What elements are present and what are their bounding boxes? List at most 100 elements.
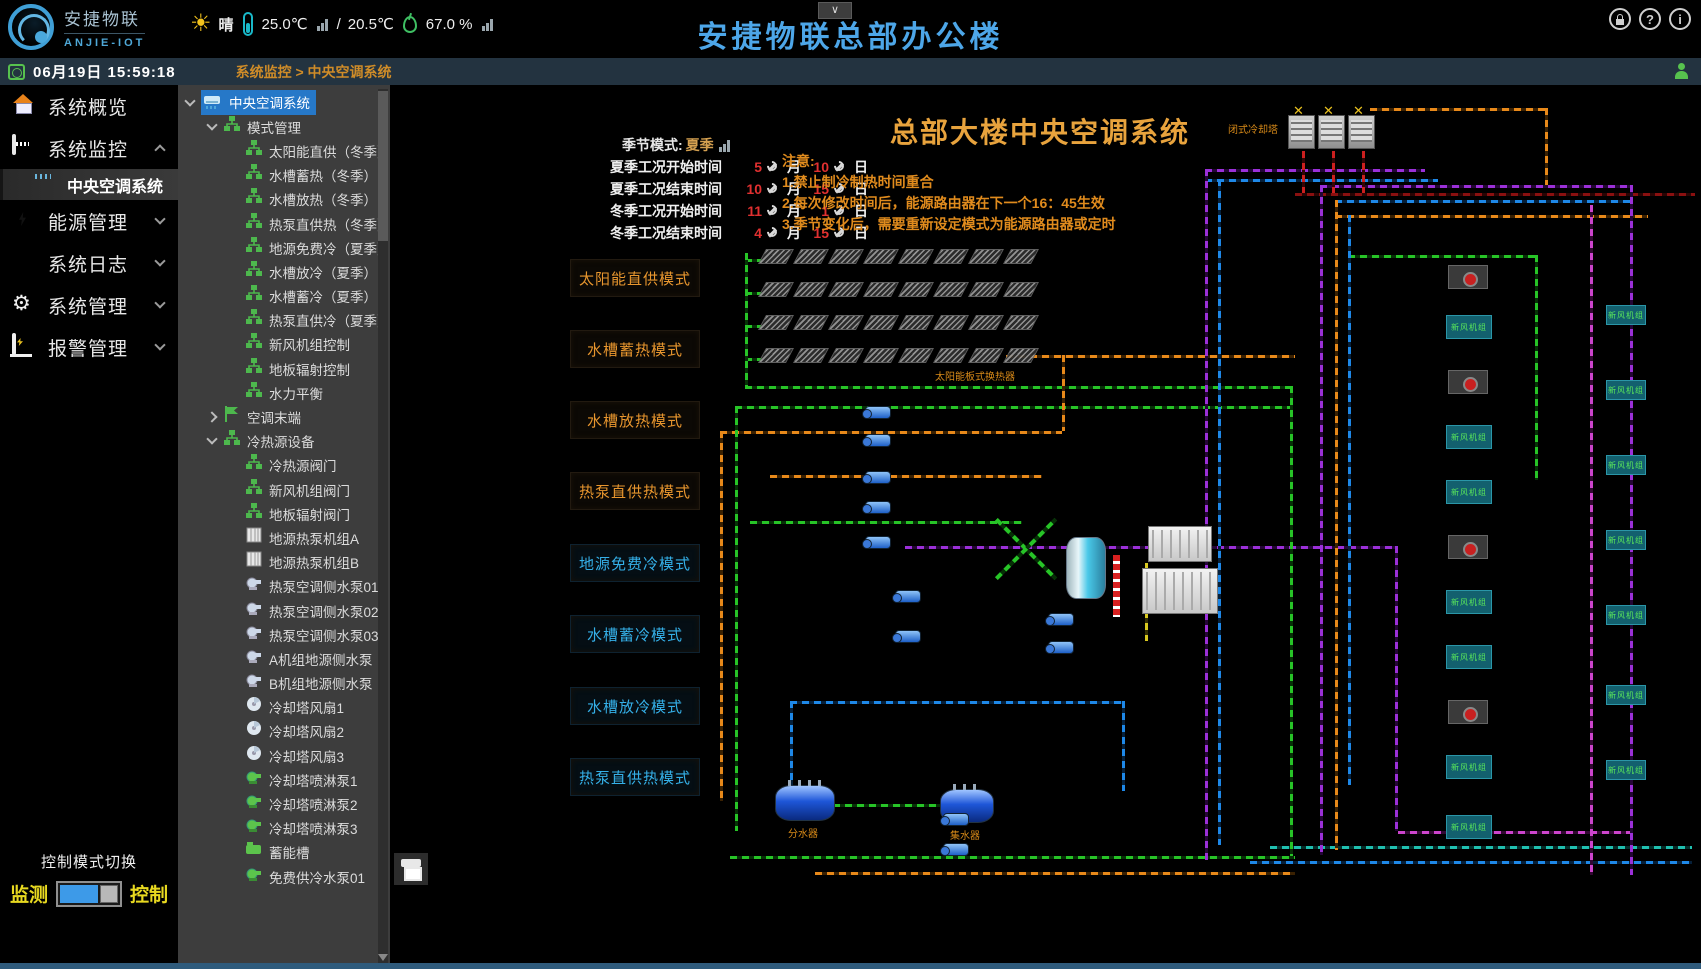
tree-item-太阳能直供（冬季）[interactable]: 太阳能直供（冬季） <box>178 138 390 162</box>
caret-spacer <box>230 727 238 735</box>
mode-button-地源免费冷模式[interactable]: 地源免费冷模式 <box>570 544 700 582</box>
mode-button-水槽放冷模式[interactable]: 水槽放冷模式 <box>570 687 700 725</box>
tree-item-地板辐射控制[interactable]: 地板辐射控制 <box>178 356 390 380</box>
caret-spacer <box>230 751 238 759</box>
tree-item-热泵空调侧水泵02[interactable]: 热泵空调侧水泵02 <box>178 598 390 622</box>
pipe <box>1250 861 1692 864</box>
caret-spacer <box>230 703 238 711</box>
tree-scrollbar[interactable] <box>378 89 388 963</box>
tree-item-冷却塔喷淋泵2[interactable]: 冷却塔喷淋泵2 <box>178 791 390 815</box>
tree-item-冷却塔风扇3[interactable]: 冷却塔风扇3 <box>178 743 390 767</box>
org-icon <box>245 168 263 185</box>
tree-item-地源免费冷（夏季）[interactable]: 地源免费冷（夏季） <box>178 235 390 259</box>
tree-caret-icon[interactable] <box>206 434 217 445</box>
pipe <box>720 431 723 801</box>
month-value[interactable]: 4 <box>740 225 762 241</box>
tree-item-冷却塔风扇1[interactable]: 冷却塔风扇1 <box>178 695 390 719</box>
tree-item-空调末端[interactable]: 空调末端 <box>178 404 390 428</box>
device-tree: 中央空调系统模式管理太阳能直供（冬季） 水槽蓄热（冬季） 水槽放热（冬季）热泵直供热… <box>178 85 390 969</box>
month-value[interactable]: 11 <box>740 203 762 219</box>
mode-button-水槽放热模式[interactable]: 水槽放热模式 <box>570 401 700 439</box>
wrench-icon[interactable] <box>766 183 779 196</box>
tree-item-热泵空调侧水泵01[interactable]: 热泵空调侧水泵01 <box>178 574 390 598</box>
tree-item-新风机组控制[interactable]: 新风机组控制 <box>178 332 390 356</box>
month-value[interactable]: 5 <box>740 159 762 175</box>
sidebar-item-报警管理[interactable]: 报警管理 <box>0 326 178 368</box>
tree-item-地源热泵机组B[interactable]: 地源热泵机组B <box>178 550 390 574</box>
tree-item-中央空调系统[interactable]: 中央空调系统 <box>178 90 390 114</box>
tree-item-label: 地板辐射阀门 <box>269 508 350 523</box>
sidebar-item-中央空调系统[interactable]: 中央空调系统 <box>0 169 178 200</box>
tree-item-热泵直供冷（夏季）[interactable]: 热泵直供冷（夏季） <box>178 308 390 332</box>
wrench-icon[interactable] <box>766 161 779 174</box>
tree-item-蓄能槽[interactable]: 蓄能槽 <box>178 840 390 864</box>
tree-item-label: 蓄能槽 <box>269 846 310 861</box>
user-icon[interactable] <box>1673 63 1689 79</box>
sidebar-item-系统概览[interactable]: 系统概览 <box>0 85 178 127</box>
tree-item-冷却塔风扇2[interactable]: 冷却塔风扇2 <box>178 719 390 743</box>
tree-item-水槽蓄冷（夏季）[interactable]: 水槽蓄冷（夏季） <box>178 284 390 308</box>
control-label: 控制 <box>130 880 168 907</box>
caret-spacer <box>230 267 238 275</box>
help-icon[interactable]: ? <box>1639 8 1661 30</box>
tree-item-地板辐射阀门[interactable]: 地板辐射阀门 <box>178 501 390 525</box>
mode-toggle[interactable] <box>56 881 122 907</box>
solar-collector-icon <box>933 249 969 264</box>
pipe <box>1348 215 1351 785</box>
sidebar-item-能源管理[interactable]: 能源管理 <box>0 200 178 242</box>
tree-caret-icon[interactable] <box>206 411 217 422</box>
tree-item-B机组地源侧水泵[interactable]: B机组地源侧水泵 <box>178 671 390 695</box>
org-icon <box>223 434 241 451</box>
tree-item-冷热源阀门[interactable]: 冷热源阀门 <box>178 453 390 477</box>
pipe <box>1320 185 1630 188</box>
season-row-label: 夏季工况开始时间 <box>610 157 740 177</box>
pipe <box>745 253 748 386</box>
solar-collector-icon <box>828 348 864 363</box>
tree-item-冷热源设备[interactable]: 冷热源设备 <box>178 429 390 453</box>
tree-item-免费供冷水泵01[interactable]: 免费供冷水泵01 <box>178 864 390 888</box>
mode-button-热泵直供热模式[interactable]: 热泵直供热模式 <box>570 472 700 510</box>
tree-item-水力平衡[interactable]: 水力平衡 <box>178 380 390 404</box>
pump-icon <box>1048 641 1074 654</box>
tree-item-水槽放冷（夏季）[interactable]: 水槽放冷（夏季） <box>178 259 390 283</box>
tree-item-label: 冷热源阀门 <box>269 459 337 474</box>
solar-collector-icon <box>758 282 794 297</box>
season-row-label: 冬季工况开始时间 <box>610 201 740 221</box>
tree-item-新风机组阀门[interactable]: 新风机组阀门 <box>178 477 390 501</box>
mode-button-水槽蓄冷模式[interactable]: 水槽蓄冷模式 <box>570 615 700 653</box>
tree-item-A机组地源侧水泵[interactable]: A机组地源侧水泵 <box>178 646 390 670</box>
tree-item-冷却塔喷淋泵1[interactable]: 冷却塔喷淋泵1 <box>178 767 390 791</box>
tree-item-label: 水槽蓄热（冬季） <box>269 169 377 184</box>
solar-collector-icon <box>968 348 1004 363</box>
caret-spacer <box>230 800 238 808</box>
season-row-label: 夏季工况结束时间 <box>610 179 740 199</box>
caret-spacer <box>230 146 238 154</box>
wrench-icon[interactable] <box>766 205 779 218</box>
tree-caret-icon[interactable] <box>184 95 195 106</box>
pump-icon <box>865 536 891 549</box>
tree-item-水槽蓄热（冬季）[interactable]: 水槽蓄热（冬季） <box>178 163 390 187</box>
lock-icon[interactable] <box>1609 8 1631 30</box>
tree-item-热泵空调侧水泵03[interactable]: 热泵空调侧水泵03 <box>178 622 390 646</box>
print-button[interactable] <box>394 853 428 885</box>
wrench-icon[interactable] <box>766 227 779 240</box>
sidebar-item-系统监控[interactable]: 系统监控 <box>0 127 178 169</box>
fan-icon <box>245 700 263 717</box>
tree-item-地源热泵机组A[interactable]: 地源热泵机组A <box>178 525 390 549</box>
mode-button-太阳能直供模式[interactable]: 太阳能直供模式 <box>570 259 700 297</box>
ahu-unit: 新风机组 <box>1606 530 1646 550</box>
sidebar-item-系统日志[interactable]: 系统日志 <box>0 242 178 284</box>
sidebar-item-系统管理[interactable]: ⚙系统管理 <box>0 284 178 326</box>
pipe <box>1535 255 1538 480</box>
tree-caret-icon[interactable] <box>206 119 217 130</box>
tree-item-热泵直供热（冬季）[interactable]: 热泵直供热（冬季） <box>178 211 390 235</box>
pipe <box>1302 151 1305 193</box>
tree-item-冷却塔喷淋泵3[interactable]: 冷却塔喷淋泵3 <box>178 816 390 840</box>
tree-item-模式管理[interactable]: 模式管理 <box>178 114 390 138</box>
info-icon[interactable]: i <box>1669 8 1691 30</box>
tree-item-水槽放热（冬季）[interactable]: 水槽放热（冬季） <box>178 187 390 211</box>
mode-button-热泵直供热模式[interactable]: 热泵直供热模式 <box>570 758 700 796</box>
month-value[interactable]: 10 <box>740 181 762 197</box>
mode-button-水槽蓄热模式[interactable]: 水槽蓄热模式 <box>570 330 700 368</box>
heat-pump-unit-icon <box>1148 526 1212 562</box>
